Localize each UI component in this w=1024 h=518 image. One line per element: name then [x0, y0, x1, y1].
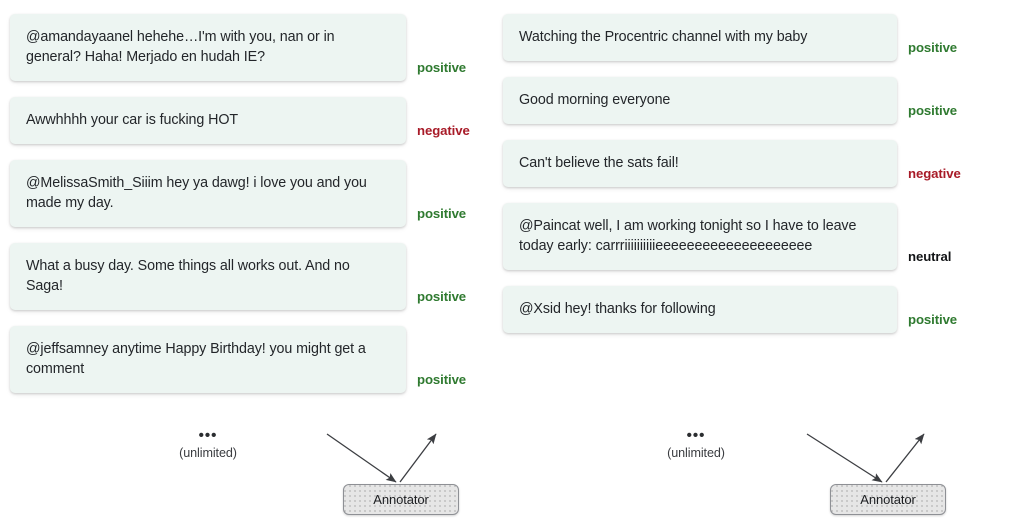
text-card[interactable]: @jeffsamney anytime Happy Birthday! you … — [10, 326, 406, 393]
list-item: Awwhhhh your car is fucking HOT negative — [10, 97, 480, 144]
status-badge: neutral — [908, 249, 952, 264]
right-column-card-list: Watching the Procentric channel with my … — [503, 14, 983, 349]
card-text: @Paincat well, I am working tonight so I… — [519, 218, 857, 254]
card-text: What a busy day. Some things all works o… — [26, 258, 350, 294]
text-card[interactable]: Can't believe the sats fail! — [503, 140, 897, 187]
text-card[interactable]: @MelissaSmith_Siiim hey ya dawg! i love … — [10, 160, 406, 227]
unlimited-marker: ••• (unlimited) — [138, 427, 278, 460]
status-badge: negative — [908, 166, 961, 181]
annotator-node[interactable]: Annotator — [830, 484, 946, 515]
text-card[interactable]: @Xsid hey! thanks for following — [503, 286, 897, 333]
status-badge: positive — [908, 103, 958, 118]
ellipsis-dots: ••• — [686, 427, 706, 444]
list-item: @amandayaanel hehehe…I'm with you, nan o… — [10, 14, 480, 81]
annotator-label: Annotator — [860, 492, 916, 507]
list-item: @Xsid hey! thanks for following positive — [503, 286, 983, 333]
ellipsis-dots: ••• — [198, 427, 218, 444]
text-card[interactable]: Watching the Procentric channel with my … — [503, 14, 897, 61]
unlimited-marker: ••• (unlimited) — [626, 427, 766, 460]
text-card[interactable]: Awwhhhh your car is fucking HOT — [10, 97, 406, 144]
list-item: @jeffsamney anytime Happy Birthday! you … — [10, 326, 480, 393]
status-badge: positive — [908, 40, 958, 55]
status-badge: positive — [417, 206, 467, 221]
unlimited-label: (unlimited) — [179, 446, 237, 460]
status-badge: positive — [417, 289, 467, 304]
status-badge: positive — [417, 372, 467, 387]
card-text: Awwhhhh your car is fucking HOT — [26, 112, 238, 128]
text-card[interactable]: Good morning everyone — [503, 77, 897, 124]
card-text: @amandayaanel hehehe…I'm with you, nan o… — [26, 29, 335, 65]
annotator-node[interactable]: Annotator — [343, 484, 459, 515]
card-text: Good morning everyone — [519, 92, 671, 108]
list-item: @Paincat well, I am working tonight so I… — [503, 203, 983, 270]
left-column-card-list: @amandayaanel hehehe…I'm with you, nan o… — [10, 14, 480, 409]
list-item: Can't believe the sats fail! negative — [503, 140, 983, 187]
list-item: What a busy day. Some things all works o… — [10, 243, 480, 310]
card-text: @Xsid hey! thanks for following — [519, 301, 716, 317]
status-badge: positive — [417, 60, 467, 75]
text-card[interactable]: @Paincat well, I am working tonight so I… — [503, 203, 897, 270]
list-item: @MelissaSmith_Siiim hey ya dawg! i love … — [10, 160, 480, 227]
card-text: Can't believe the sats fail! — [519, 155, 679, 171]
annotation-diagram: @amandayaanel hehehe…I'm with you, nan o… — [0, 0, 1024, 518]
annotator-label: Annotator — [373, 492, 429, 507]
list-item: Watching the Procentric channel with my … — [503, 14, 983, 61]
card-text: @jeffsamney anytime Happy Birthday! you … — [26, 341, 366, 377]
card-text: @MelissaSmith_Siiim hey ya dawg! i love … — [26, 175, 367, 211]
status-badge: positive — [908, 312, 958, 327]
unlimited-label: (unlimited) — [667, 446, 725, 460]
status-badge: negative — [417, 123, 470, 138]
text-card[interactable]: What a busy day. Some things all works o… — [10, 243, 406, 310]
list-item: Good morning everyone positive — [503, 77, 983, 124]
left-column: @amandayaanel hehehe…I'm with you, nan o… — [0, 0, 494, 518]
card-text: Watching the Procentric channel with my … — [519, 29, 808, 45]
text-card[interactable]: @amandayaanel hehehe…I'm with you, nan o… — [10, 14, 406, 81]
right-column: Watching the Procentric channel with my … — [494, 0, 1024, 518]
